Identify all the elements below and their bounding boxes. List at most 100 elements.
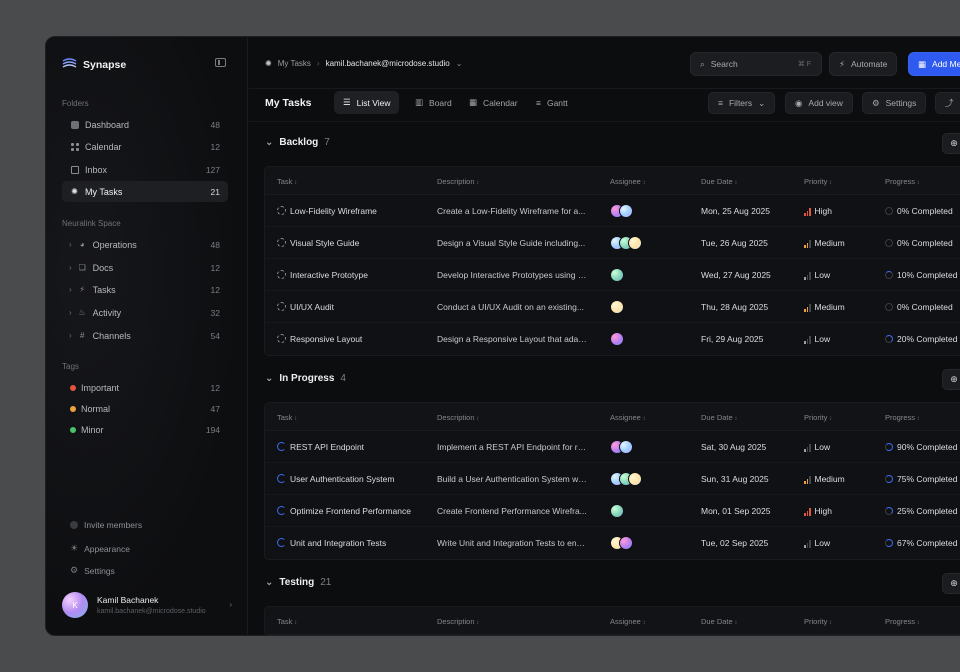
assignee-avatars[interactable] — [610, 332, 624, 346]
chevron-down-icon[interactable]: ⌄ — [456, 59, 463, 68]
column-header[interactable]: Task — [277, 177, 297, 186]
sidebar-item-docs[interactable]: › ❏ Docs 12 — [62, 257, 228, 278]
todo-status-icon[interactable] — [277, 238, 286, 247]
add-task-button[interactable]: ⊕ — [942, 573, 960, 594]
table-row[interactable]: Interactive Prototype Develop Interactive… — [265, 259, 960, 291]
sidebar-item-my-tasks[interactable]: ✺ My Tasks 21 — [62, 181, 228, 202]
chevron-right-icon[interactable]: › — [69, 331, 72, 340]
sidebar-item-channels[interactable]: › # Channels 54 — [62, 325, 228, 346]
column-header[interactable]: Description — [437, 177, 479, 186]
filters-button[interactable]: ≡ Filters ⌄ — [708, 92, 776, 114]
assignee-avatars[interactable] — [610, 504, 624, 518]
task-name[interactable]: User Authentication System — [290, 474, 394, 484]
sidebar-item-calendar[interactable]: Calendar 12 — [62, 136, 228, 157]
column-header[interactable]: Assignee — [610, 617, 646, 626]
priority-cell[interactable]: Low — [804, 334, 830, 344]
add-member-button[interactable]: ▦ Add Me — [908, 52, 960, 76]
table-row[interactable]: Optimize Frontend Performance Create Fron… — [265, 495, 960, 527]
column-header[interactable]: Priority — [804, 617, 832, 626]
user-profile[interactable]: K Kamil Bachanek kamil.bachanek@microdos… — [62, 591, 232, 619]
column-header[interactable]: Due Date — [701, 177, 737, 186]
priority-cell[interactable]: Medium — [804, 302, 845, 312]
in-progress-status-icon[interactable] — [277, 474, 286, 483]
in-progress-status-icon[interactable] — [277, 442, 286, 451]
brand[interactable]: Synapse — [62, 56, 126, 73]
tab-calendar[interactable]: ▦ Calendar — [460, 91, 527, 114]
column-header[interactable]: Assignee — [610, 177, 646, 186]
column-header[interactable]: Description — [437, 413, 479, 422]
assignee-avatars[interactable] — [610, 268, 624, 282]
table-row[interactable]: Unit and Integration Tests Write Unit and… — [265, 527, 960, 559]
task-name[interactable]: UI/UX Audit — [290, 302, 334, 312]
todo-status-icon[interactable] — [277, 206, 286, 215]
sidebar-toggle-icon[interactable] — [215, 58, 226, 67]
settings-toolbar-button[interactable]: ⚙ Settings — [862, 92, 927, 114]
assignee-avatars[interactable] — [610, 204, 633, 218]
column-header[interactable]: Progress — [885, 413, 920, 422]
priority-cell[interactable]: Medium — [804, 238, 845, 248]
column-header[interactable]: Progress — [885, 617, 920, 626]
invite-members-button[interactable]: Invite members — [70, 520, 142, 530]
chevron-down-icon[interactable]: ⌄ — [265, 137, 273, 148]
column-header[interactable]: Priority — [804, 413, 832, 422]
tab-list-view[interactable]: ☰ List View — [334, 91, 400, 114]
table-row[interactable]: UI/UX Audit Conduct a UI/UX Audit on an e… — [265, 291, 960, 323]
breadcrumb-root[interactable]: My Tasks — [278, 59, 311, 68]
chevron-right-icon[interactable]: › — [69, 240, 72, 249]
tag-normal[interactable]: Normal 47 — [62, 398, 228, 419]
task-name[interactable]: Visual Style Guide — [290, 238, 359, 248]
column-header[interactable]: Description — [437, 617, 479, 626]
settings-button[interactable]: ⚙ Settings — [70, 565, 115, 576]
sidebar-item-operations[interactable]: › ◕ Operations 48 — [62, 234, 228, 255]
tab-gantt[interactable]: ≡ Gantt — [527, 91, 577, 114]
task-name[interactable]: Responsive Layout — [290, 334, 362, 344]
group-header-backlog[interactable]: ⌄ Backlog 7 — [265, 137, 330, 148]
priority-cell[interactable]: High — [804, 506, 832, 516]
table-row[interactable]: Visual Style Guide Design a Visual Style … — [265, 227, 960, 259]
sidebar-item-dashboard[interactable]: Dashboard 48 — [62, 114, 228, 135]
task-name[interactable]: Low-Fidelity Wireframe — [290, 206, 377, 216]
task-name[interactable]: Optimize Frontend Performance — [290, 506, 411, 516]
priority-cell[interactable]: High — [804, 206, 832, 216]
group-header-testing[interactable]: ⌄ Testing 21 — [265, 577, 331, 588]
share-button[interactable]: ⤴ S — [935, 92, 960, 114]
column-header[interactable]: Task — [277, 413, 297, 422]
chevron-right-icon[interactable]: › — [69, 263, 72, 272]
add-task-button[interactable]: ⊕ — [942, 369, 960, 390]
task-name[interactable]: Unit and Integration Tests — [290, 538, 386, 548]
sidebar-item-activity[interactable]: › ♨ Activity 32 — [62, 302, 228, 323]
priority-cell[interactable]: Low — [804, 538, 830, 548]
todo-status-icon[interactable] — [277, 270, 286, 279]
table-row[interactable]: Responsive Layout Design a Responsive Lay… — [265, 323, 960, 355]
tab-board[interactable]: ▥ Board — [406, 91, 461, 114]
column-header[interactable]: Assignee — [610, 413, 646, 422]
column-header[interactable]: Due Date — [701, 617, 737, 626]
chevron-down-icon[interactable]: ⌄ — [265, 373, 273, 384]
assignee-avatars[interactable] — [610, 536, 633, 550]
column-header[interactable]: Priority — [804, 177, 832, 186]
task-name[interactable]: REST API Endpoint — [290, 442, 364, 452]
in-progress-status-icon[interactable] — [277, 538, 286, 547]
chevron-down-icon[interactable]: ⌄ — [265, 577, 273, 588]
sidebar-item-tasks[interactable]: › ⚡ Tasks 12 — [62, 279, 228, 300]
search-input[interactable]: ⌕ Search ⌘ F — [690, 52, 822, 76]
breadcrumb-account[interactable]: kamil.bachanek@microdose.studio — [326, 59, 450, 68]
in-progress-status-icon[interactable] — [277, 506, 286, 515]
tag-important[interactable]: Important 12 — [62, 377, 228, 398]
appearance-button[interactable]: ☀ Appearance — [70, 543, 130, 554]
tag-minor[interactable]: Minor 194 — [62, 419, 228, 440]
assignee-avatars[interactable] — [610, 236, 642, 250]
column-header[interactable]: Progress — [885, 177, 920, 186]
column-header[interactable]: Task — [277, 617, 297, 626]
chevron-right-icon[interactable]: › — [69, 285, 72, 294]
task-name[interactable]: Interactive Prototype — [290, 270, 368, 280]
table-row[interactable]: REST API Endpoint Implement a REST API En… — [265, 431, 960, 463]
priority-cell[interactable]: Medium — [804, 474, 845, 484]
automate-button[interactable]: ⚡ Automate — [829, 52, 898, 76]
chevron-right-icon[interactable]: › — [69, 308, 72, 317]
sidebar-item-inbox[interactable]: Inbox 127 — [62, 159, 228, 180]
column-header[interactable]: Due Date — [701, 413, 737, 422]
assignee-avatars[interactable] — [610, 472, 642, 486]
todo-status-icon[interactable] — [277, 334, 286, 343]
priority-cell[interactable]: Low — [804, 270, 830, 280]
